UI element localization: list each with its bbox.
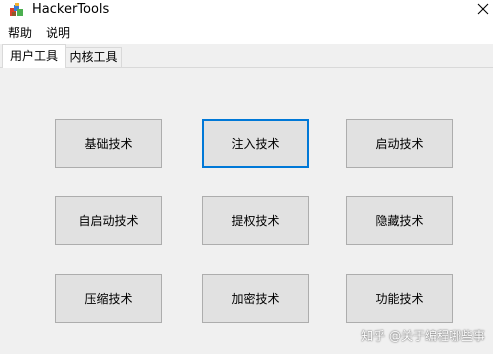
compression-tech-button[interactable]: 压缩技术	[55, 274, 162, 323]
function-tech-button[interactable]: 功能技术	[346, 274, 453, 323]
startup-tech-button[interactable]: 启动技术	[346, 119, 453, 168]
title-bar[interactable]: HackerTools	[0, 0, 493, 22]
close-button[interactable]	[473, 0, 493, 20]
hiding-tech-button[interactable]: 隐藏技术	[346, 196, 453, 245]
app-icon	[9, 2, 25, 18]
encryption-tech-button[interactable]: 加密技术	[202, 274, 309, 323]
privilege-escalation-button[interactable]: 提权技术	[202, 196, 309, 245]
menu-instructions[interactable]: 说明	[46, 26, 70, 40]
window-title: HackerTools	[32, 2, 110, 17]
injection-tech-button[interactable]: 注入技术	[202, 119, 309, 168]
menu-help[interactable]: 帮助	[8, 26, 32, 40]
app-window: HackerTools 帮助 说明 用户工具 内核工具 基础技术 注入技术 启动…	[0, 0, 493, 354]
tab-kernel-tools[interactable]: 内核工具	[66, 47, 122, 67]
basic-tech-button[interactable]: 基础技术	[55, 119, 162, 168]
menu-bar: 帮助 说明	[0, 22, 493, 44]
autostart-tech-button[interactable]: 自启动技术	[55, 196, 162, 245]
tab-user-tools[interactable]: 用户工具	[2, 44, 66, 68]
tab-panel: 基础技术 注入技术 启动技术 自启动技术 提权技术 隐藏技术 压缩技术 加密技术…	[0, 68, 493, 354]
close-icon	[477, 3, 489, 18]
watermark: 知乎 @关于编程哪些事	[361, 329, 485, 343]
